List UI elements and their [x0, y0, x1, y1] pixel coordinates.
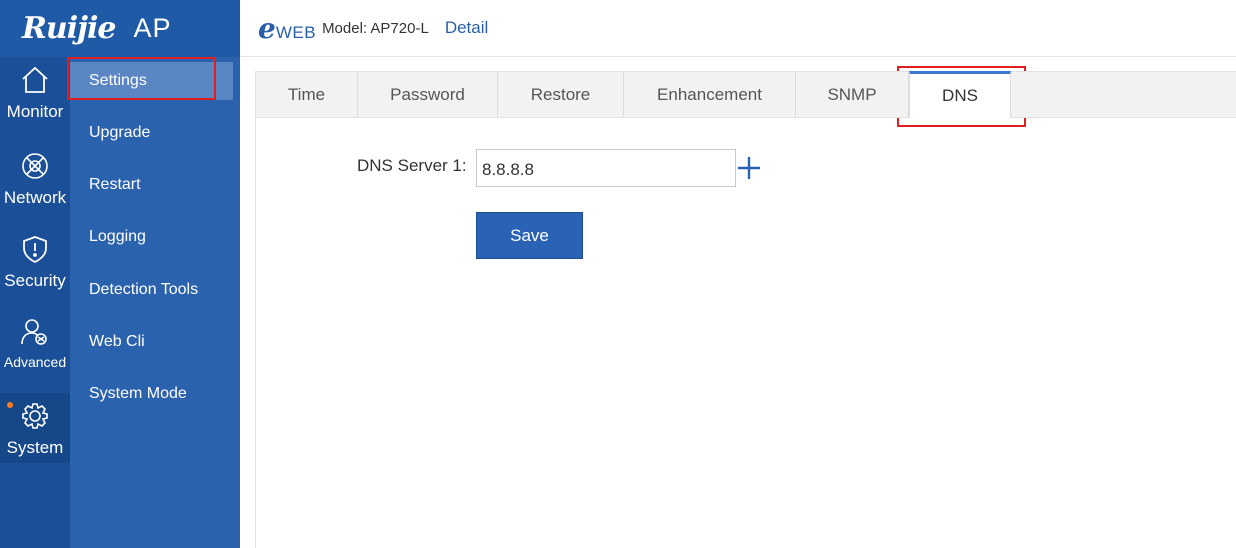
nav-security-label: Security: [4, 271, 66, 290]
tab-dns[interactable]: DNS: [909, 71, 1011, 118]
tab-password[interactable]: Password: [358, 72, 498, 117]
main-content: Time Password Restore Enhancement SNMP D…: [255, 71, 1236, 548]
add-dns-server-icon[interactable]: [737, 156, 761, 180]
save-button[interactable]: Save: [476, 212, 583, 259]
submenu-settings[interactable]: Settings: [70, 62, 233, 100]
nav-network[interactable]: Network: [0, 151, 70, 231]
top-header: e WEB Model: AP720-L Detail: [240, 0, 1236, 57]
system-submenu: Settings Upgrade Restart Logging Detecti…: [70, 57, 240, 548]
settings-tabbar: Time Password Restore Enhancement SNMP D…: [256, 71, 1236, 118]
tab-time[interactable]: Time: [256, 72, 358, 117]
submenu-web-cli[interactable]: Web Cli: [70, 323, 233, 361]
model-text: Model: AP720-L: [322, 19, 429, 37]
nav-advanced-label: Advanced: [3, 354, 67, 370]
nav-monitor[interactable]: Monitor: [0, 65, 70, 145]
nav-security[interactable]: Security: [0, 234, 70, 314]
globe-icon: [20, 151, 50, 186]
eweb-logo: e WEB: [258, 12, 316, 45]
detail-link[interactable]: Detail: [445, 18, 488, 38]
nav-network-label: Network: [3, 188, 67, 207]
main-nav-rail: Monitor Network Security Advanced System: [0, 57, 70, 548]
dns-server-1-label: DNS Server 1:: [357, 156, 467, 175]
submenu-detection-tools[interactable]: Detection Tools: [70, 271, 233, 309]
tab-enhancement[interactable]: Enhancement: [624, 72, 796, 117]
eweb-logo-web: WEB: [275, 22, 317, 42]
nav-system[interactable]: System: [0, 393, 70, 463]
shield-icon: [20, 234, 50, 269]
product-name: AP: [133, 13, 172, 43]
ruijie-logo: Ruijie: [22, 11, 116, 46]
nav-system-label: System: [6, 438, 64, 457]
submenu-upgrade[interactable]: Upgrade: [70, 114, 233, 152]
tab-snmp[interactable]: SNMP: [796, 72, 909, 117]
nav-monitor-label: Monitor: [6, 102, 64, 121]
tab-restore[interactable]: Restore: [498, 72, 624, 117]
submenu-logging[interactable]: Logging: [70, 218, 233, 256]
dns-server-1-input[interactable]: [476, 149, 736, 187]
eweb-logo-e: e: [258, 11, 276, 45]
submenu-system-mode[interactable]: System Mode: [70, 375, 233, 413]
brand-bar: Ruijie AP: [0, 0, 240, 57]
gear-icon: [20, 401, 50, 436]
users-icon: [20, 317, 50, 352]
home-icon: [20, 65, 50, 100]
submenu-restart[interactable]: Restart: [70, 166, 233, 204]
notification-dot: [7, 402, 13, 408]
nav-advanced[interactable]: Advanced: [0, 317, 70, 397]
